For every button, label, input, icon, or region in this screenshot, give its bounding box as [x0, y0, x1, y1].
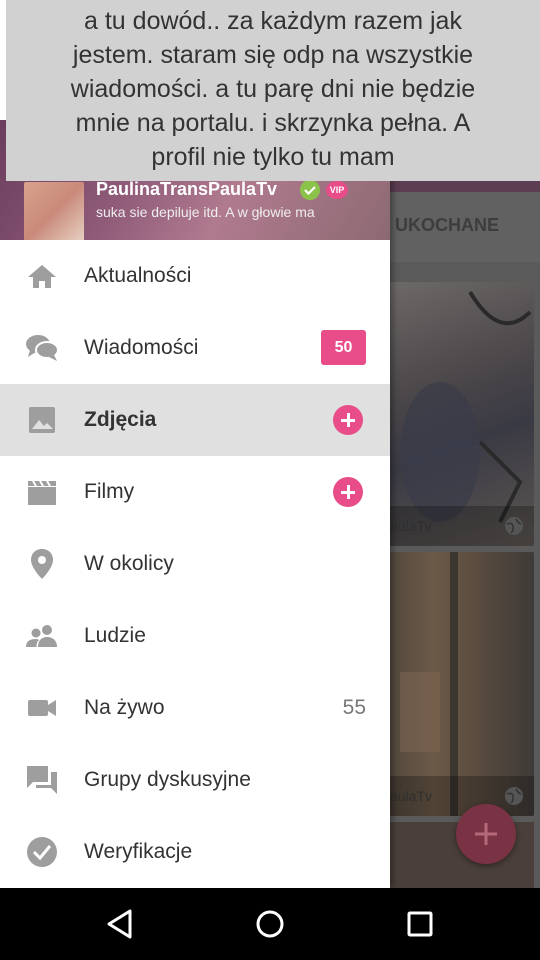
profile-name: PaulinaTransPaulaTv [96, 179, 278, 199]
avatar[interactable] [24, 182, 84, 240]
location-pin-icon [31, 549, 53, 579]
menu-item-label: Filmy [84, 480, 135, 503]
menu-item-label: Ludzie [84, 624, 146, 647]
unread-count-badge: 50 [321, 330, 366, 365]
menu-item-label: Grupy dyskusyjne [84, 768, 251, 791]
vip-badge: VIP [326, 181, 348, 199]
chat-bubbles-icon [26, 335, 59, 361]
menu-item-filmy[interactable]: Filmy [0, 456, 390, 528]
photo-card[interactable]: aulaTv [380, 552, 534, 816]
globe-icon [505, 787, 523, 805]
toast-line: jestem. staram się odp na wszystkie [72, 41, 474, 69]
menu-item-label: W okolicy [84, 552, 174, 575]
add-video-button[interactable] [333, 477, 363, 507]
toast-line: mnie na portalu. i skrzynka pełna. A [75, 109, 471, 137]
system-navigation-bar [0, 888, 540, 960]
recents-square-icon[interactable] [402, 906, 438, 942]
profile-status-text: suka sie depiluje itd. A w głowie ma [96, 204, 315, 220]
menu-item-weryfikacje[interactable]: Weryfikacje [0, 816, 390, 888]
home-circle-icon[interactable] [252, 906, 288, 942]
menu-item-ludzie[interactable]: Ludzie [0, 600, 390, 672]
toast-line: profil nie tylko tu mam [151, 143, 395, 171]
menu-item-aktualnosci[interactable]: Aktualności [0, 240, 390, 312]
toast-message: a tu dowód.. za każdym razem jak jestem.… [6, 0, 540, 181]
home-icon [28, 265, 56, 288]
image-icon [29, 407, 55, 433]
menu-item-label: Aktualności [84, 264, 192, 287]
menu-item-grupy-dyskusyjne[interactable]: Grupy dyskusyjne [0, 744, 390, 816]
menu-item-label: Na żywo [84, 696, 165, 719]
toast-line: wiadomości. a tu parę dni nie będzie [70, 75, 476, 103]
globe-icon [505, 517, 523, 535]
forum-icon [27, 766, 57, 794]
drawer-menu: Aktualności Wiadomości 50 Zdjęcia Filmy … [0, 240, 390, 888]
tab-ukochane[interactable]: UKOCHANE [395, 215, 499, 236]
plus-icon [475, 823, 497, 845]
check-circle-icon [27, 837, 57, 867]
video-camera-icon [28, 700, 56, 716]
menu-item-zdjecia[interactable]: Zdjęcia [0, 384, 390, 456]
film-icon [28, 480, 56, 505]
photo-card[interactable]: aulaTv [380, 282, 534, 546]
people-icon [26, 625, 57, 647]
live-count: 55 [342, 696, 366, 719]
add-fab-button[interactable] [456, 804, 516, 864]
toast-text: a tu dowód.. za każdym razem jak jestem.… [6, 4, 540, 174]
verified-check-icon [300, 180, 320, 200]
menu-item-wiadomosci[interactable]: Wiadomości 50 [0, 312, 390, 384]
menu-item-label: Weryfikacje [84, 840, 193, 863]
add-photo-button[interactable] [333, 405, 363, 435]
back-triangle-icon[interactable] [102, 906, 138, 942]
toast-line: a tu dowód.. za każdym razem jak [84, 7, 462, 35]
menu-item-w-okolicy[interactable]: W okolicy [0, 528, 390, 600]
menu-item-label: Zdjęcia [84, 408, 157, 431]
menu-item-na-zywo[interactable]: Na żywo 55 [0, 672, 390, 744]
menu-item-label: Wiadomości [84, 336, 199, 359]
